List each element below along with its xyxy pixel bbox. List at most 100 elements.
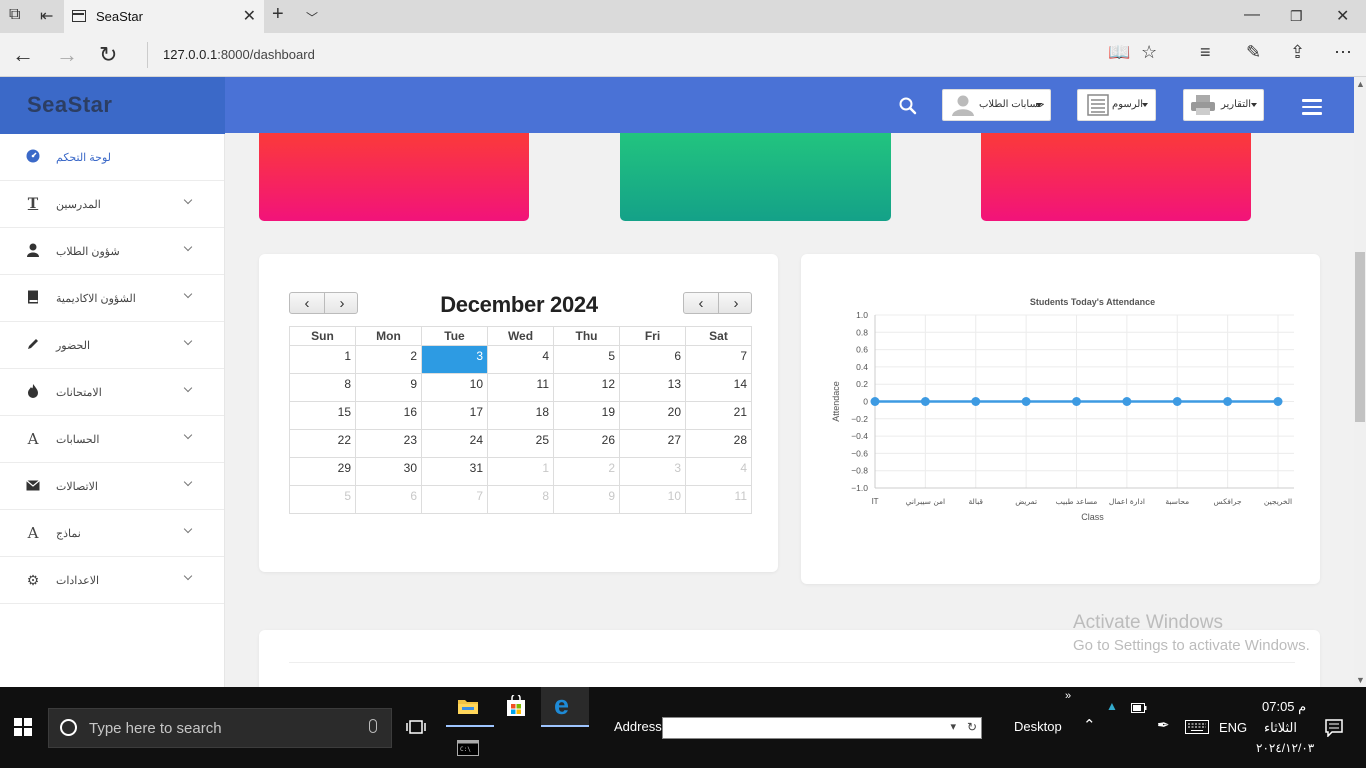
calendar-day[interactable]: 1 bbox=[289, 345, 356, 374]
sidebar-item-exams[interactable]: الامتحانات bbox=[0, 369, 224, 416]
battery-icon[interactable] bbox=[1131, 703, 1147, 713]
stat-card[interactable] bbox=[620, 133, 891, 221]
calendar-day[interactable]: 2 bbox=[355, 345, 422, 374]
calendar-day[interactable]: 15 bbox=[289, 401, 356, 430]
scrollbar-thumb[interactable] bbox=[1355, 252, 1365, 422]
calendar-day[interactable]: 11 bbox=[487, 373, 554, 402]
calendar-day[interactable]: 24 bbox=[421, 429, 488, 458]
app-tray-icon[interactable]: ▲ bbox=[1106, 699, 1118, 713]
new-tab-icon[interactable]: + bbox=[272, 3, 284, 26]
scroll-up-icon[interactable]: ▲ bbox=[1356, 79, 1365, 89]
calendar-day[interactable]: 12 bbox=[553, 373, 620, 402]
url-field[interactable]: 127.0.0.1:8000/dashboard bbox=[163, 47, 315, 62]
calendar-day[interactable]: 9 bbox=[355, 373, 422, 402]
minimize-icon[interactable]: — bbox=[1244, 6, 1260, 24]
microphone-icon[interactable] bbox=[369, 719, 377, 733]
calendar-day[interactable]: 2 bbox=[553, 457, 620, 486]
reading-view-icon[interactable]: 📖 bbox=[1108, 42, 1130, 63]
calendar-day[interactable]: 13 bbox=[619, 373, 686, 402]
calendar-day[interactable]: 25 bbox=[487, 429, 554, 458]
set-aside-tabs-icon[interactable]: ⇤ bbox=[40, 6, 53, 26]
windows-start-icon[interactable] bbox=[14, 718, 32, 736]
sidebar-item-attendance[interactable]: الحضور bbox=[0, 322, 224, 369]
calendar-day[interactable]: 21 bbox=[685, 401, 752, 430]
favorite-star-icon[interactable]: ☆ bbox=[1141, 42, 1157, 63]
calendar-day[interactable]: 31 bbox=[421, 457, 488, 486]
browser-tab[interactable]: SeaStar ✕ bbox=[64, 0, 264, 33]
file-explorer-app[interactable] bbox=[446, 687, 494, 727]
stat-card[interactable] bbox=[981, 133, 1251, 221]
calendar-day[interactable]: 4 bbox=[685, 457, 752, 486]
tab-preview-icon[interactable]: ﹀ bbox=[306, 9, 318, 26]
back-icon[interactable]: ← bbox=[12, 42, 34, 68]
calendar-day[interactable]: 22 bbox=[289, 429, 356, 458]
toolbar-overflow-icon[interactable]: » bbox=[1065, 690, 1071, 702]
hub-icon[interactable]: ≡ bbox=[1200, 42, 1211, 63]
sidebar-item-forms[interactable]: A نماذج bbox=[0, 510, 224, 557]
calendar-day[interactable]: 3 bbox=[421, 345, 488, 374]
refresh-icon[interactable]: ↻ bbox=[967, 720, 977, 734]
refresh-icon[interactable]: ↻ bbox=[99, 42, 117, 68]
prev-month-button[interactable]: ‹ bbox=[290, 295, 324, 312]
scroll-down-icon[interactable]: ▼ bbox=[1356, 675, 1365, 685]
store-app[interactable] bbox=[494, 687, 542, 727]
calendar-day[interactable]: 16 bbox=[355, 401, 422, 430]
calendar-day[interactable]: 5 bbox=[553, 345, 620, 374]
calendar-day[interactable]: 7 bbox=[421, 485, 488, 514]
sidebar-item-accounts[interactable]: A الحسابات bbox=[0, 416, 224, 463]
calendar-day[interactable]: 6 bbox=[355, 485, 422, 514]
forward-icon[interactable]: → bbox=[56, 42, 78, 68]
calendar-day[interactable]: 14 bbox=[685, 373, 752, 402]
sidebar-item-settings[interactable]: ⚙ الاعدادات bbox=[0, 557, 224, 604]
sidebar-item-academic-affairs[interactable]: الشؤون الاكاديمية bbox=[0, 275, 224, 322]
share-icon[interactable]: ⇪ bbox=[1290, 42, 1305, 63]
address-toolbar-input[interactable]: ▾ ↻ bbox=[662, 717, 982, 739]
sidebar-item-communications[interactable]: الاتصالات bbox=[0, 463, 224, 510]
edge-app[interactable]: e bbox=[541, 687, 589, 727]
calendar-day[interactable]: 18 bbox=[487, 401, 554, 430]
clock-time[interactable]: 07:05 م bbox=[1262, 699, 1306, 715]
calendar-day[interactable]: 23 bbox=[355, 429, 422, 458]
calendar-day[interactable]: 10 bbox=[421, 373, 488, 402]
calendar-day[interactable]: 26 bbox=[553, 429, 620, 458]
calendar-day[interactable]: 27 bbox=[619, 429, 686, 458]
clock-day[interactable]: الثلاثاء bbox=[1264, 720, 1297, 736]
calendar-day[interactable]: 7 bbox=[685, 345, 752, 374]
calendar-day[interactable]: 5 bbox=[289, 485, 356, 514]
calendar-day[interactable]: 17 bbox=[421, 401, 488, 430]
calendar-day[interactable]: 20 bbox=[619, 401, 686, 430]
sidebar-item-teachers[interactable]: T المدرسين bbox=[0, 181, 224, 228]
taskbar-search[interactable]: Type here to search bbox=[48, 708, 392, 748]
close-window-icon[interactable]: ✕ bbox=[1336, 6, 1349, 26]
more-icon[interactable]: ⋯ bbox=[1334, 42, 1352, 63]
task-view-icon[interactable] bbox=[406, 719, 426, 735]
page-scrollbar[interactable]: ▲ ▼ bbox=[1354, 77, 1366, 687]
tab-actions-icon[interactable]: ⧉ bbox=[9, 6, 20, 24]
clock-date[interactable]: ٢٠٢٤/١٢/٠٣ bbox=[1256, 741, 1314, 755]
restore-icon[interactable]: ❐ bbox=[1290, 8, 1303, 25]
menu-toggle-icon[interactable] bbox=[1302, 99, 1322, 119]
brand-header[interactable]: SeaStar bbox=[0, 77, 225, 134]
calendar-day[interactable]: 8 bbox=[289, 373, 356, 402]
close-tab-icon[interactable]: ✕ bbox=[243, 6, 256, 26]
sidebar-item-student-affairs[interactable]: شؤون الطلاب bbox=[0, 228, 224, 275]
calendar-day[interactable]: 8 bbox=[487, 485, 554, 514]
language-indicator[interactable]: ENG bbox=[1219, 720, 1247, 735]
stat-card[interactable] bbox=[259, 133, 529, 221]
calendar-day[interactable]: 11 bbox=[685, 485, 752, 514]
calendar-day[interactable]: 1 bbox=[487, 457, 554, 486]
calendar-day[interactable]: 28 bbox=[685, 429, 752, 458]
calendar-day[interactable]: 3 bbox=[619, 457, 686, 486]
fees-dropdown[interactable]: الرسوم bbox=[1077, 89, 1156, 121]
prev-year-button[interactable]: ‹ bbox=[684, 295, 718, 312]
calendar-day[interactable]: 29 bbox=[289, 457, 356, 486]
chevron-down-icon[interactable]: ▾ bbox=[950, 720, 956, 733]
search-icon[interactable] bbox=[899, 97, 917, 115]
notes-icon[interactable]: ✎ bbox=[1246, 42, 1261, 63]
next-month-button[interactable]: › bbox=[325, 295, 359, 312]
terminal-app[interactable]: C:\ bbox=[446, 728, 494, 768]
student-accounts-dropdown[interactable]: حسابات الطلاب bbox=[942, 89, 1051, 121]
calendar-day[interactable]: 9 bbox=[553, 485, 620, 514]
calendar-day[interactable]: 4 bbox=[487, 345, 554, 374]
notifications-icon[interactable] bbox=[1325, 719, 1343, 737]
